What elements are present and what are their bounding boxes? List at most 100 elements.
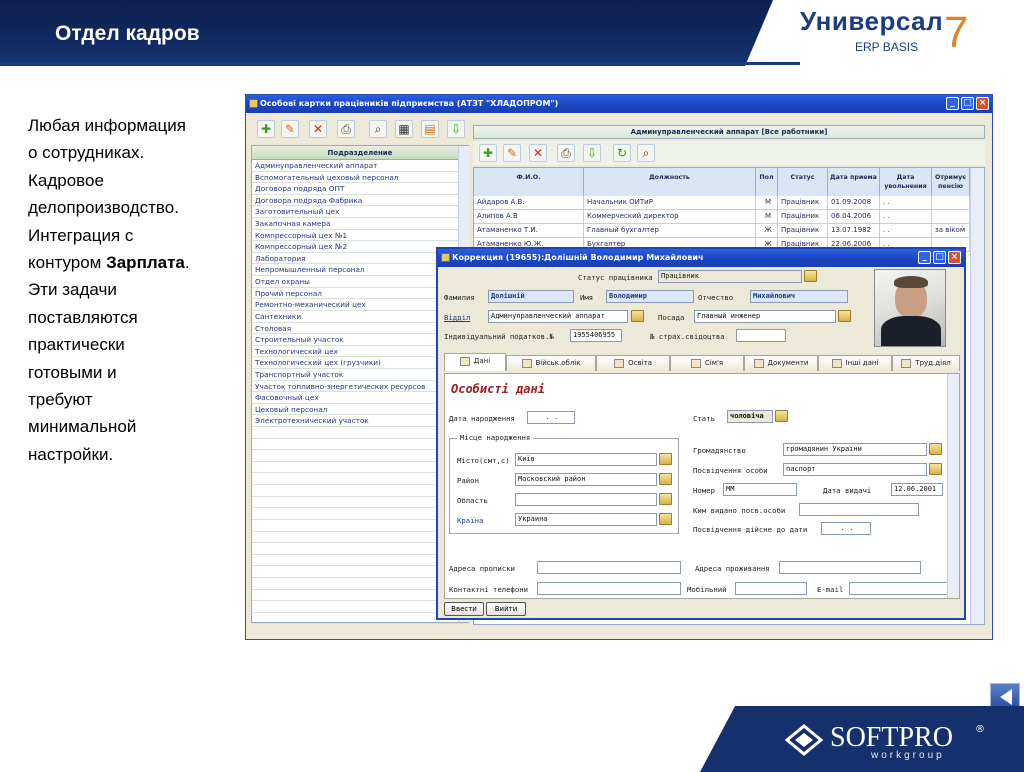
grid-cell[interactable]: 06.04.2006 <box>828 210 880 224</box>
grid-cell[interactable]: Айдаров А.В. <box>474 196 584 210</box>
grid-cell[interactable]: Алипов А.В <box>474 210 584 224</box>
tab-other[interactable]: Інші дані <box>818 355 892 371</box>
dept-list-header[interactable]: Подразделение <box>252 146 468 160</box>
delete-icon[interactable]: ✕ <box>309 120 327 138</box>
edit-icon[interactable]: ✎ <box>281 120 299 138</box>
department-row[interactable]: Закапочная камера <box>252 218 468 230</box>
download-icon[interactable]: ⇩ <box>583 144 601 162</box>
tab-military[interactable]: Військ.облік <box>506 355 596 371</box>
calendar-icon[interactable]: ▦ <box>395 120 413 138</box>
dept-field[interactable]: Админуправленческий аппарат <box>488 310 628 323</box>
ok-button[interactable]: Ввести <box>444 602 484 616</box>
grid-cell[interactable]: Ж <box>756 224 778 238</box>
tab-page-scrollbar[interactable] <box>947 374 959 598</box>
valid-until-field[interactable]: . . <box>821 522 871 535</box>
tax-number-field[interactable]: 1955406955 <box>570 329 622 342</box>
doc-number-field[interactable]: ММ <box>723 483 797 496</box>
position-field[interactable]: Главный инженер <box>694 310 836 323</box>
refresh-icon[interactable]: ↻ <box>613 144 631 162</box>
grid-cell[interactable]: Атаманенко Т.И. <box>474 224 584 238</box>
citizenship-lookup-icon[interactable] <box>929 443 942 455</box>
tab-education[interactable]: Освіта <box>596 355 670 371</box>
name-field[interactable]: Володимир <box>606 290 694 303</box>
department-row[interactable]: Заготовительный цех <box>252 206 468 219</box>
citizenship-field[interactable]: громадянин України <box>783 443 927 456</box>
col-status[interactable]: Статус <box>778 168 828 196</box>
grid-scrollbar[interactable] <box>970 168 984 624</box>
maximize-icon[interactable]: □ <box>961 97 974 110</box>
grid-cell[interactable]: 01.09.2008 <box>828 196 880 210</box>
grid-cell[interactable]: Працівник <box>778 210 828 224</box>
issue-date-field[interactable]: 12.06.2001 <box>891 483 943 496</box>
tab-documents[interactable]: Документи <box>744 355 818 371</box>
edit-employee-icon[interactable]: ✎ <box>503 144 521 162</box>
grid-cell[interactable]: . . <box>880 224 932 238</box>
grid-cell[interactable]: . . <box>880 196 932 210</box>
print-icon[interactable]: ⎙ <box>337 120 355 138</box>
grid-cell[interactable]: за віком <box>932 224 970 238</box>
add-icon[interactable]: ✚ <box>257 120 275 138</box>
col-pension[interactable]: Отримує пенсію <box>932 168 970 196</box>
dialog-maximize-icon[interactable]: □ <box>933 251 946 264</box>
grid-cell[interactable]: Працівник <box>778 196 828 210</box>
find-icon[interactable]: ⌕ <box>369 120 387 138</box>
col-position[interactable]: Должность <box>584 168 756 196</box>
position-lookup-icon[interactable] <box>838 310 851 322</box>
email-field[interactable] <box>849 582 953 595</box>
dialog-close-icon[interactable]: × <box>948 251 961 264</box>
minimize-icon[interactable]: _ <box>946 97 959 110</box>
district-lookup-icon[interactable] <box>659 473 672 485</box>
main-window-titlebar[interactable]: Особові картки працівників підприємства … <box>246 95 992 113</box>
sex-lookup-icon[interactable] <box>775 410 788 422</box>
print-list-icon[interactable]: ⎙ <box>557 144 575 162</box>
grid-cell[interactable]: Начальник ОИТиР <box>584 196 756 210</box>
sex-field[interactable]: чоловіча <box>727 410 773 423</box>
close-icon[interactable]: × <box>976 97 989 110</box>
city-lookup-icon[interactable] <box>659 453 672 465</box>
col-dismiss-date[interactable]: Дата увольнения <box>880 168 932 196</box>
patronymic-field[interactable]: Михайлович <box>750 290 848 303</box>
col-sex[interactable]: Пол <box>756 168 778 196</box>
dept-lookup-icon[interactable] <box>631 310 644 322</box>
status-lookup-icon[interactable] <box>804 270 817 282</box>
id-doc-lookup-icon[interactable] <box>929 463 942 475</box>
grid-cell[interactable]: Коммерческий директор <box>584 210 756 224</box>
report-icon[interactable]: ▤ <box>421 120 439 138</box>
grid-cell[interactable]: М <box>756 196 778 210</box>
tab-family[interactable]: Сім'я <box>670 355 744 371</box>
dept-label[interactable]: Відділ <box>444 313 470 323</box>
grid-cell[interactable]: 13.07.1982 <box>828 224 880 238</box>
grid-cell[interactable] <box>932 196 970 210</box>
department-row[interactable]: Договора подряда Фабрика <box>252 195 468 207</box>
col-fio[interactable]: Ф.И.О. <box>474 168 584 196</box>
mobile-field[interactable] <box>735 582 807 595</box>
department-row[interactable]: Вспомогательный цеховый персонал <box>252 172 468 184</box>
reg-address-field[interactable] <box>537 561 681 574</box>
phones-field[interactable] <box>537 582 681 595</box>
district-field[interactable]: Московский район <box>515 473 657 486</box>
department-row[interactable]: Договора подряда ОПТ <box>252 183 468 195</box>
tab-work[interactable]: Труд.діял <box>892 355 960 371</box>
dialog-titlebar[interactable]: Коррекция (19655):Долішній Володимир Мих… <box>438 249 964 267</box>
add-employee-icon[interactable]: ✚ <box>479 144 497 162</box>
city-field[interactable]: Київ <box>515 453 657 466</box>
delete-employee-icon[interactable]: ✕ <box>529 144 547 162</box>
id-doc-field[interactable]: паспорт <box>783 463 927 476</box>
grid-cell[interactable]: М <box>756 210 778 224</box>
grid-cell[interactable] <box>932 210 970 224</box>
birthdate-field[interactable]: . . <box>527 411 575 424</box>
col-hire-date[interactable]: Дата приема <box>828 168 880 196</box>
department-row[interactable]: Компрессорный цех №1 <box>252 230 468 242</box>
filter-icon[interactable]: ⌕ <box>637 144 655 162</box>
cancel-button[interactable]: Вийти <box>486 602 526 616</box>
grid-cell[interactable]: Главный бухгалтер <box>584 224 756 238</box>
department-row[interactable]: Админуправленческий аппарат <box>252 160 468 172</box>
issued-by-field[interactable] <box>799 503 919 516</box>
country-lookup-icon[interactable] <box>659 513 672 525</box>
dialog-minimize-icon[interactable]: _ <box>918 251 931 264</box>
insurance-field[interactable] <box>736 329 786 342</box>
status-field[interactable]: Працівник <box>658 270 802 283</box>
live-address-field[interactable] <box>779 561 921 574</box>
surname-field[interactable]: Долішній <box>488 290 574 303</box>
export-icon[interactable]: ⇩ <box>447 120 465 138</box>
